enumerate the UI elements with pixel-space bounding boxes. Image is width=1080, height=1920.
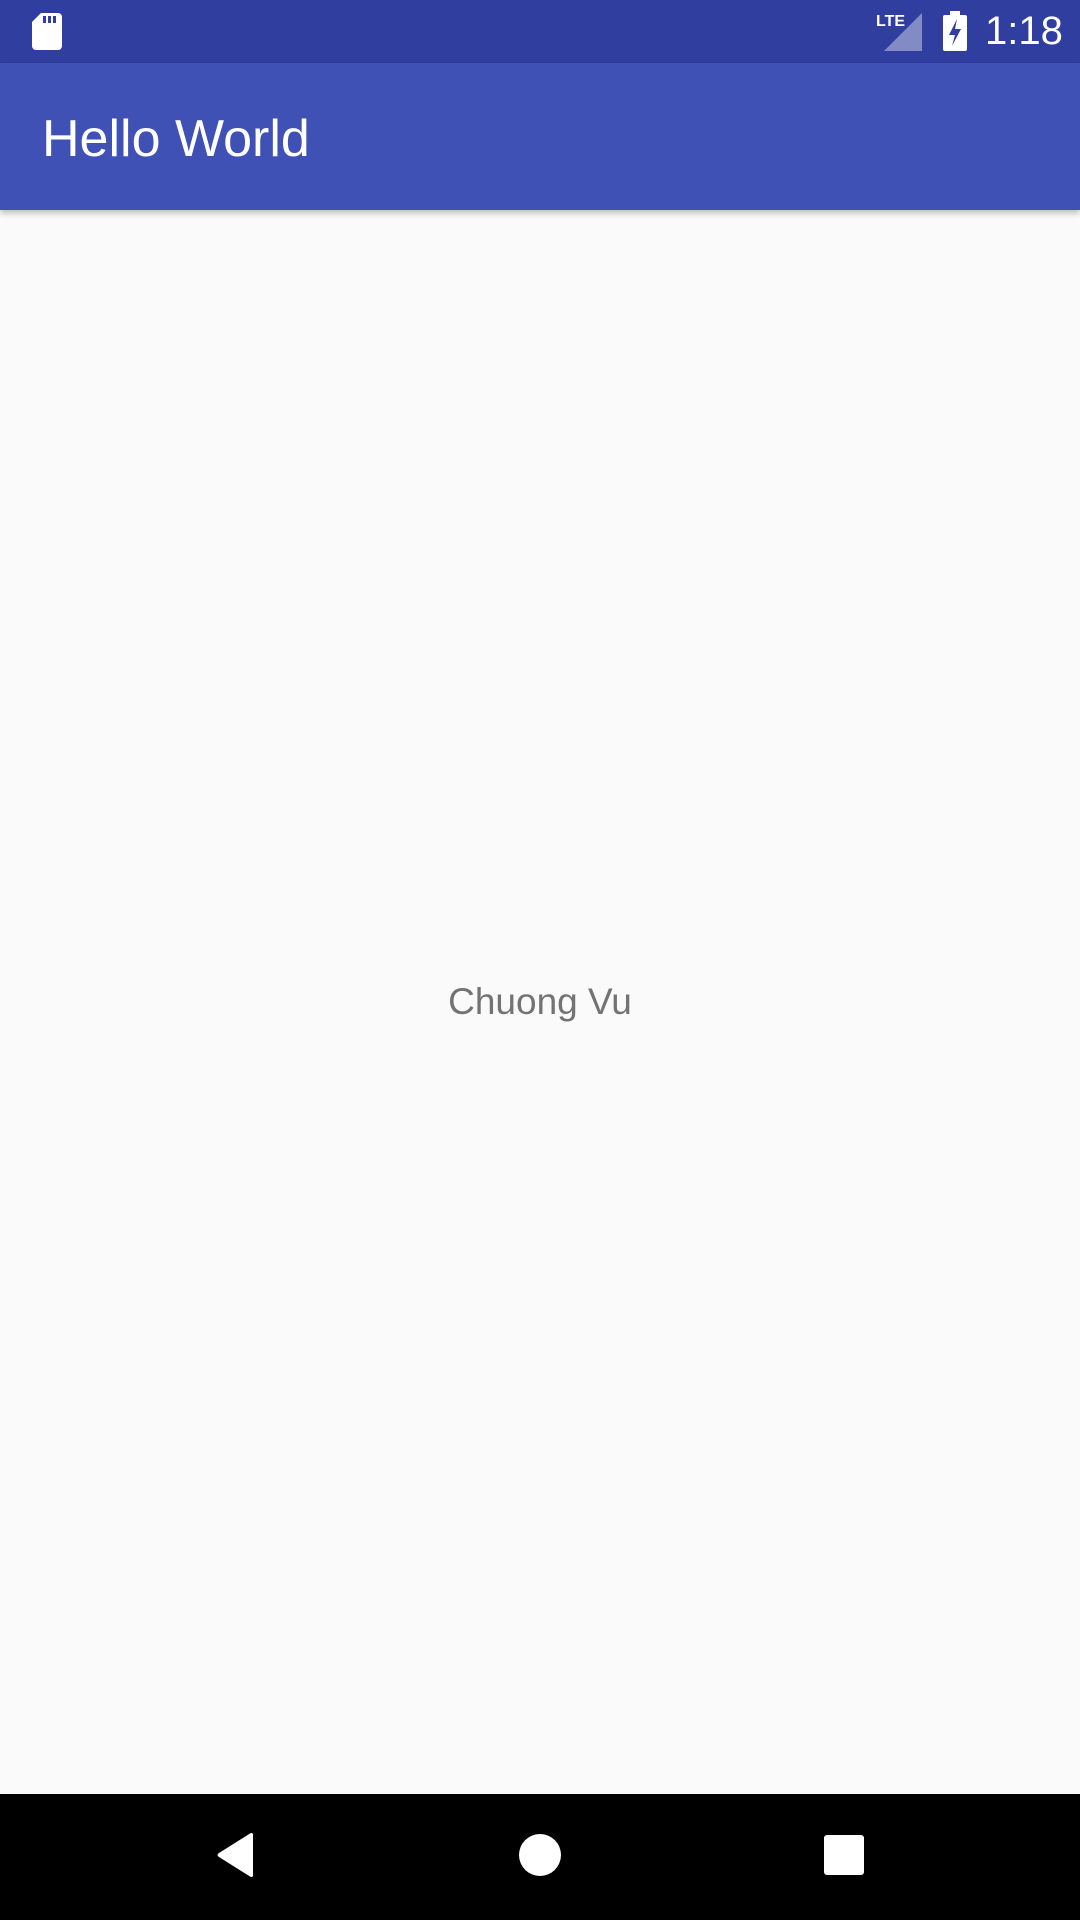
lte-signal-icon: LTE	[876, 11, 922, 51]
main-content: Chuong Vu	[0, 210, 1080, 1794]
svg-text:LTE: LTE	[876, 13, 905, 30]
app-title: Hello World	[42, 110, 310, 168]
screen: LTE 1:18 Hello World Chuong Vu	[0, 0, 1080, 1920]
recents-icon	[824, 1834, 864, 1880]
status-bar: LTE 1:18	[0, 0, 1080, 63]
navigation-bar	[0, 1794, 1080, 1920]
home-button[interactable]	[500, 1817, 580, 1897]
center-label: Chuong Vu	[448, 981, 632, 1022]
recents-button[interactable]	[804, 1817, 884, 1897]
status-clock: 1:18	[985, 9, 1063, 53]
battery-charging-icon	[942, 11, 968, 51]
back-button[interactable]	[196, 1817, 276, 1897]
sd-card-icon	[32, 13, 62, 50]
back-icon	[215, 1832, 257, 1883]
app-bar: Hello World	[0, 63, 1080, 210]
home-icon	[518, 1833, 562, 1882]
